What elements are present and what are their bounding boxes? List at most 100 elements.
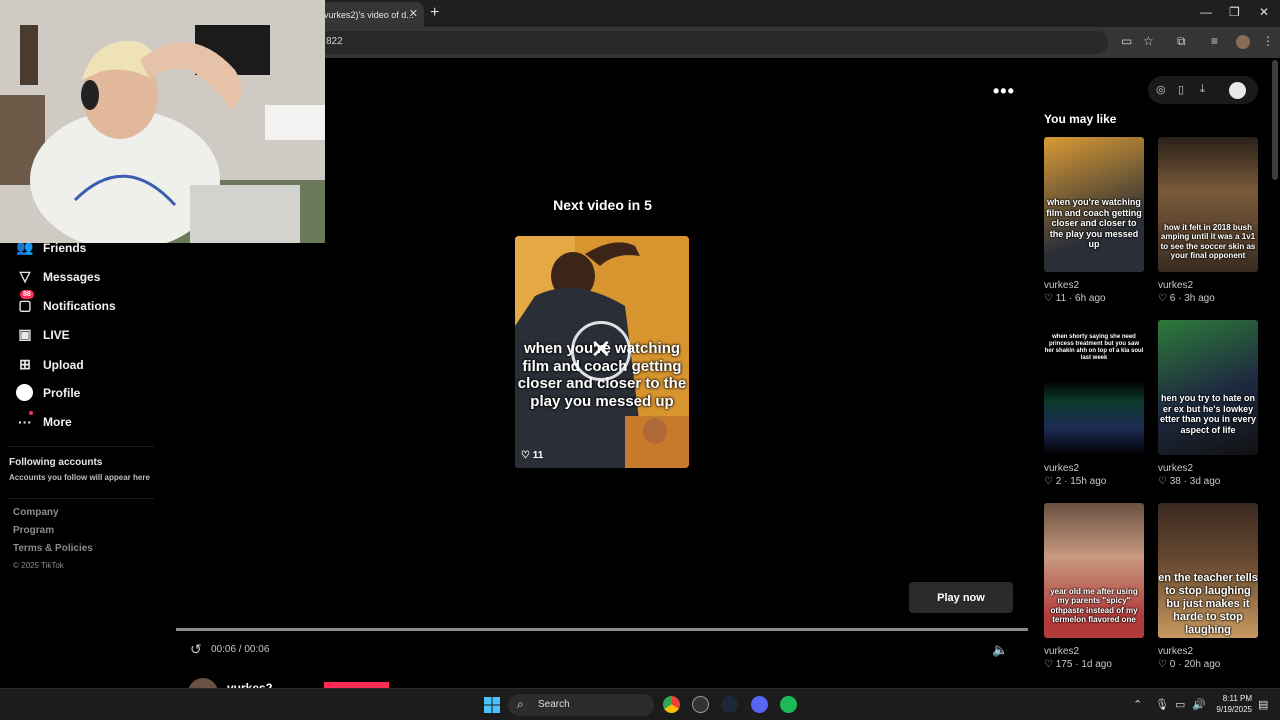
footer-link-company[interactable]: Company [13,507,59,518]
recommended-meta: ♡ 11 · 6h ago [1044,293,1106,304]
footer-link-terms[interactable]: Terms & Policies [13,543,93,554]
sidebar-divider [9,498,154,499]
page-scrollbar[interactable] [1272,60,1278,180]
post-age: 3d ago [1189,476,1221,487]
recommended-video-thumbnail[interactable]: when you're watching film and coach gett… [1044,137,1144,272]
extensions-icon[interactable]: ⧉ [1177,34,1186,49]
recommended-meta: ♡ 6 · 3h ago [1158,293,1215,304]
windows-taskbar: ⌕ Search ⌃ 🎙 ▭ 🔊 8:11 PM 9/19/2025 ▤ [0,688,1280,720]
volume-icon[interactable]: 🔈 [992,642,1008,658]
menu-icon[interactable]: ⋮ [1262,34,1274,48]
replay-icon[interactable]: ↺ [190,641,202,658]
recommended-author[interactable]: vurkes2 [1158,280,1193,291]
address-bar[interactable]: 822 [318,31,1108,54]
taskbar-clock[interactable]: 8:11 PM 9/19/2025 [1210,694,1252,716]
recommended-meta: ♡ 2 · 15h ago [1044,476,1107,487]
video-progress-fill [176,628,1028,631]
sidebar-item-notifications[interactable]: ▢ 88 Notifications [16,290,116,314]
heart-icon: ♡ [1044,476,1053,487]
notification-center-icon[interactable]: ▤ [1258,698,1268,711]
media-icon[interactable]: ≡ [1211,34,1218,48]
likes-count: 2 [1055,476,1062,487]
sidebar-item-upload[interactable]: ⊞ Upload [16,356,84,373]
recommended-caption: when shorty saying she need princess tre… [1044,334,1144,362]
download-icon[interactable]: ⤓ [1200,83,1205,96]
footer-link-program[interactable]: Program [13,525,54,536]
recommended-video-thumbnail[interactable]: hen you try to hate on er ex but he's lo… [1158,320,1258,455]
new-tab-icon[interactable]: + [430,4,439,22]
upload-icon: ⊞ [19,356,31,372]
messages-icon: ▽ [19,268,31,284]
recommended-author[interactable]: vurkes2 [1158,646,1193,657]
discord-icon[interactable] [751,696,768,713]
following-accounts-subtext: Accounts you follow will appear here [9,473,150,482]
more-indicator-dot [29,411,33,415]
speed-icon[interactable]: ◎ [1156,83,1166,96]
speaker-icon[interactable]: 🔊 [1192,698,1206,711]
browser-profile-avatar[interactable] [1236,35,1250,49]
post-age: 20h ago [1184,659,1221,670]
recommended-author[interactable]: vurkes2 [1044,646,1079,657]
recommended-video-thumbnail[interactable]: how it felt in 2018 bush amping until it… [1158,137,1258,272]
clock-time: 8:11 PM [1222,694,1252,703]
tab-title: vurkes2)'s video of d... [324,9,414,20]
chrome-icon[interactable] [663,696,680,713]
recommended-video-thumbnail[interactable]: when shorty saying she need princess tre… [1044,320,1144,455]
app-icon[interactable] [692,696,709,713]
sidebar-item-profile[interactable]: Profile [16,384,80,401]
minimize-icon[interactable]: — [1200,5,1212,19]
heart-icon: ♡ [521,450,530,461]
webcam-scene [0,0,325,243]
recommended-video-thumbnail[interactable]: year old me after using my parents "spic… [1044,503,1144,638]
sidebar-item-label: More [43,415,72,429]
sidebar-item-live[interactable]: ▣ LIVE [16,326,69,343]
search-label: Search [538,699,570,710]
recommended-meta: ♡ 0 · 20h ago [1158,659,1221,670]
notifications-icon: ▢ [18,297,32,313]
heart-icon: ♡ [1158,293,1167,304]
more-icon: ··· [18,414,32,430]
notification-badge: 88 [20,290,34,299]
likes-count: 11 [1055,293,1067,304]
recommended-author[interactable]: vurkes2 [1158,463,1193,474]
restore-icon[interactable]: ❐ [1229,5,1240,19]
recommended-author[interactable]: vurkes2 [1044,280,1079,291]
sidebar-item-label: Profile [43,385,81,400]
spotify-icon[interactable] [780,696,797,713]
play-now-button[interactable]: Play now [909,582,1013,613]
steam-icon[interactable] [721,696,738,713]
recommended-author[interactable]: vurkes2 [1044,463,1079,474]
post-age: 15h ago [1070,476,1107,487]
tab-close-icon[interactable]: ✕ [409,7,418,20]
recommended-video-thumbnail[interactable]: en the teacher tells to stop laughing bu… [1158,503,1258,638]
likes-count: 38 [1169,476,1181,487]
network-icon[interactable]: ▭ [1175,698,1185,711]
likes-count: 175 [1055,659,1073,670]
recommended-caption: year old me after using my parents "spic… [1050,587,1138,625]
window-close-icon[interactable]: ✕ [1259,5,1269,19]
sidebar-item-messages[interactable]: ▽ Messages [16,268,101,285]
profile-avatar[interactable] [1229,82,1246,99]
recommended-caption: when you're watching film and coach gett… [1046,197,1142,250]
recommended-meta: ♡ 38 · 3d ago [1158,476,1221,487]
mobile-icon[interactable]: ▯ [1178,83,1184,96]
taskbar-search[interactable]: ⌕ Search [508,694,654,716]
likes-count: 0 [1169,659,1176,670]
more-options-icon[interactable]: ••• [993,81,1015,102]
cast-icon[interactable]: ▭ [1121,34,1132,48]
tray-chevron-icon[interactable]: ⌃ [1133,698,1142,711]
likes-count: 11 [532,450,544,461]
browser-tab[interactable]: vurkes2)'s video of d... ✕ [318,2,424,27]
windows-start-icon[interactable] [484,697,500,713]
heart-icon: ♡ [1044,659,1053,670]
post-age: 6h ago [1075,293,1106,304]
sidebar-item-more[interactable]: ··· More [16,411,72,430]
cancel-icon[interactable]: ✕ [590,336,612,362]
video-progress-bar[interactable] [176,628,1028,631]
search-icon: ⌕ [517,697,524,711]
microphone-icon[interactable]: 🎙 [1155,698,1169,711]
heart-icon: ♡ [1044,293,1053,304]
live-icon: ▣ [18,326,32,342]
star-icon[interactable]: ☆ [1143,34,1154,48]
recommended-caption: how it felt in 2018 bush amping until it… [1160,223,1256,261]
